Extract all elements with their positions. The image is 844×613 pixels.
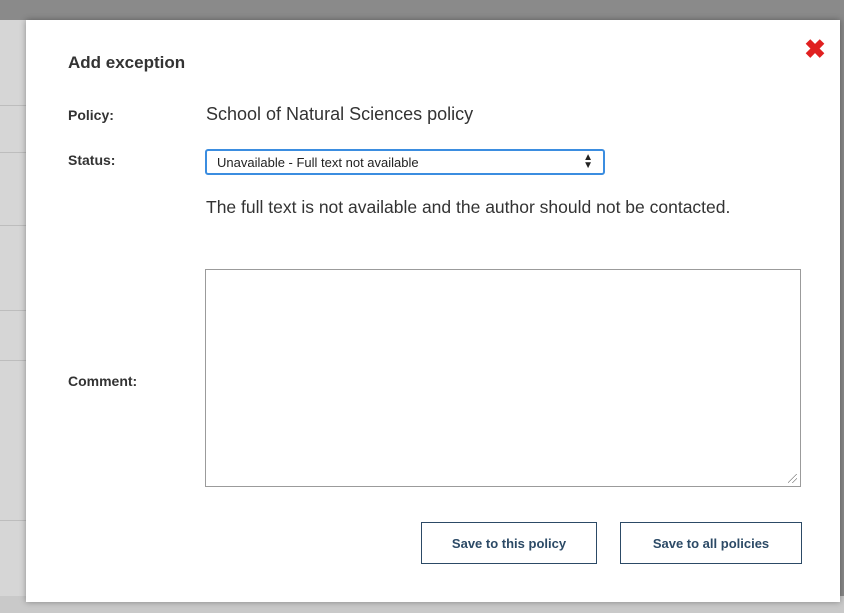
status-description: The full text is not available and the a… <box>206 197 731 217</box>
policy-label: Policy: <box>68 107 114 123</box>
status-select[interactable]: Unavailable - Full text not available ▲ ▼ <box>205 149 605 175</box>
add-exception-dialog: ✖ Add exception Policy: School of Natura… <box>26 20 840 602</box>
save-to-all-policies-button[interactable]: Save to all policies <box>620 522 802 564</box>
comment-label: Comment: <box>68 373 138 389</box>
policy-value: School of Natural Sciences policy <box>206 104 474 124</box>
select-arrows-icon: ▲ ▼ <box>583 152 593 171</box>
save-to-this-policy-button[interactable]: Save to this policy <box>421 522 597 564</box>
background-strip <box>0 20 26 613</box>
resize-handle-icon[interactable] <box>788 474 797 483</box>
dialog-title: Add exception <box>68 53 186 72</box>
close-icon[interactable]: ✖ <box>802 36 828 62</box>
status-selected-value: Unavailable - Full text not available <box>217 154 419 170</box>
status-label: Status: <box>68 152 116 168</box>
comment-textarea[interactable] <box>205 269 801 487</box>
